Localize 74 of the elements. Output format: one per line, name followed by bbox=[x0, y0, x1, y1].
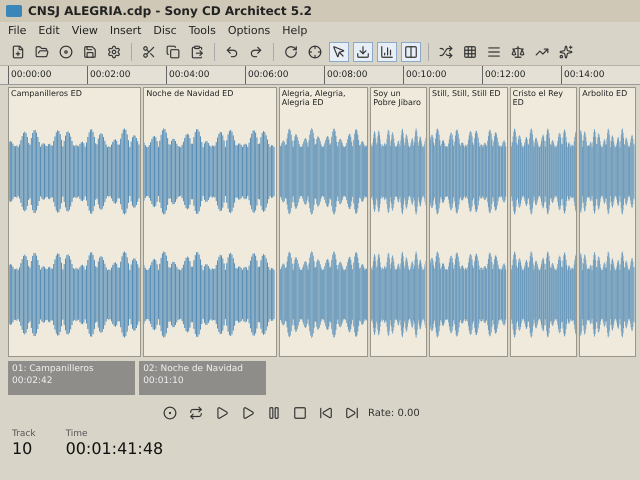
audio-region[interactable]: Alegria, Alegria, Alegria ED bbox=[278, 87, 368, 357]
pointer-button[interactable] bbox=[329, 42, 349, 62]
app-icon bbox=[6, 5, 22, 17]
bar-chart-button[interactable] bbox=[377, 42, 397, 62]
sparkle-icon bbox=[559, 45, 573, 59]
record-icon bbox=[163, 406, 177, 420]
stop-icon bbox=[293, 406, 307, 420]
pause-icon bbox=[267, 406, 281, 420]
crosshair-icon bbox=[308, 45, 322, 59]
ruler-label: 00:04:00 bbox=[166, 66, 245, 84]
shuffle-icon bbox=[439, 45, 453, 59]
menu-item[interactable]: View bbox=[72, 24, 98, 37]
skip-back-icon bbox=[319, 406, 333, 420]
skip-forward-icon bbox=[345, 406, 359, 420]
copy-icon bbox=[166, 45, 180, 59]
audio-region[interactable]: Still, Still, Still ED bbox=[428, 87, 508, 357]
new-file-icon bbox=[11, 45, 25, 59]
bar-chart-icon bbox=[380, 45, 394, 59]
ruler-label: 00:14:00 bbox=[561, 66, 640, 84]
menu-item[interactable]: Tools bbox=[188, 24, 216, 37]
paste-icon bbox=[190, 45, 204, 59]
open-folder-icon bbox=[35, 45, 49, 59]
track-label: 02: Noche de Navidad bbox=[143, 364, 244, 374]
disc-icon bbox=[59, 45, 73, 59]
ruler-label: 00:00:00 bbox=[8, 66, 87, 84]
columns-button[interactable] bbox=[401, 42, 421, 62]
track-time: 00:02:42 bbox=[12, 376, 54, 386]
rate-label: Rate: 0.00 bbox=[368, 408, 420, 418]
cut-icon bbox=[142, 45, 156, 59]
region-name: Cristo el Rey ED bbox=[512, 88, 564, 109]
lines-icon bbox=[487, 45, 501, 59]
ruler-label: 00:08:00 bbox=[324, 66, 403, 84]
track-caption: Track bbox=[12, 429, 36, 439]
track-label: 01: Campanilleros bbox=[12, 364, 95, 374]
rotate-icon bbox=[284, 45, 298, 59]
settings-icon bbox=[107, 45, 121, 59]
download-icon bbox=[356, 45, 370, 59]
time-caption: Time bbox=[66, 429, 89, 439]
audio-region[interactable]: Noche de Navidad ED bbox=[143, 87, 277, 357]
ruler-label: 00:06:00 bbox=[245, 66, 324, 84]
menu-item[interactable]: Insert bbox=[110, 24, 142, 37]
window-title: CNSJ ALEGRIA.cdp - Sony CD Architect 5.2 bbox=[28, 4, 312, 18]
menu-item[interactable]: Edit bbox=[38, 24, 60, 37]
region-name: Soy un Pobre Jibaro bbox=[372, 88, 422, 109]
menu-item[interactable]: Help bbox=[282, 24, 308, 37]
columns-icon bbox=[404, 45, 418, 59]
audio-region[interactable]: Campanilleros ED bbox=[8, 87, 142, 357]
menu-item[interactable]: File bbox=[8, 24, 26, 37]
play-icon bbox=[215, 406, 229, 420]
time-display: 00:01:41:48 bbox=[66, 439, 164, 458]
save-icon bbox=[83, 45, 97, 59]
scale-icon bbox=[511, 45, 525, 59]
ruler-label: 00:02:00 bbox=[87, 66, 166, 84]
region-name: Still, Still, Still ED bbox=[430, 88, 502, 100]
region-name: Arbolito ED bbox=[581, 88, 628, 100]
menu-item[interactable]: Disc bbox=[153, 24, 177, 37]
download-button[interactable] bbox=[353, 42, 373, 62]
play-icon bbox=[241, 406, 255, 420]
pointer-icon bbox=[332, 45, 346, 59]
undo-icon bbox=[225, 45, 239, 59]
grid-icon bbox=[463, 45, 477, 59]
loop-icon bbox=[189, 406, 203, 420]
ruler-label: 00:12:00 bbox=[482, 66, 561, 84]
audio-region[interactable]: Cristo el Rey ED bbox=[510, 87, 578, 357]
ruler-label: 00:10:00 bbox=[403, 66, 482, 84]
audio-region[interactable]: Arbolito ED bbox=[579, 87, 636, 357]
region-name: Campanilleros ED bbox=[10, 88, 83, 100]
redo-icon bbox=[249, 45, 263, 59]
audio-region[interactable]: Soy un Pobre Jibaro bbox=[370, 87, 427, 357]
track-number: 10 bbox=[12, 439, 34, 458]
menu-item[interactable]: Options bbox=[228, 24, 270, 37]
region-name: Noche de Navidad ED bbox=[145, 88, 234, 100]
track-time: 00:01:10 bbox=[143, 376, 185, 386]
region-name: Alegria, Alegria, Alegria ED bbox=[280, 88, 347, 109]
